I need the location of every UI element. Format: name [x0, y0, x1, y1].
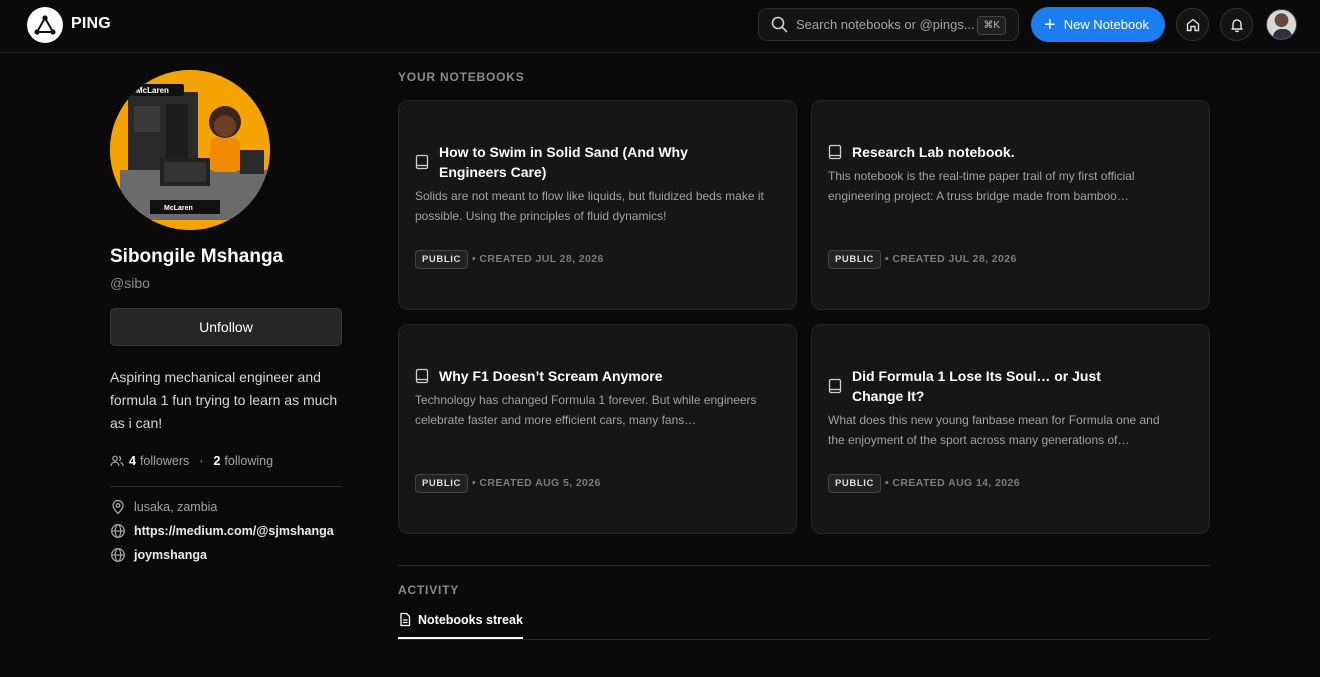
notebook-title[interactable]: How to Swim in Solid Sand (And Why Engin…: [439, 142, 739, 182]
follow-stats: 4 followers · 2 following: [110, 454, 273, 468]
created-date: • CREATED AUG 14, 2026: [885, 477, 1021, 489]
search-placeholder: Search notebooks or @pings...: [796, 17, 975, 32]
visibility-badge: PUBLIC: [415, 474, 468, 493]
following-link[interactable]: 2 following: [213, 454, 273, 468]
location-row: lusaka, zambia: [110, 499, 217, 515]
notifications-button[interactable]: [1220, 8, 1253, 41]
home-button[interactable]: [1176, 8, 1209, 41]
tabs-divider: [398, 639, 1210, 640]
profile-name: Sibongile Mshanga: [110, 246, 284, 267]
unfollow-button[interactable]: Unfollow: [110, 308, 342, 346]
notebook-title[interactable]: Research Lab notebook.: [852, 142, 1152, 162]
visibility-badge: PUBLIC: [415, 250, 468, 269]
document-icon: [400, 612, 411, 627]
followers-link[interactable]: 4 followers: [129, 454, 189, 468]
created-date: • CREATED JUL 28, 2026: [885, 253, 1017, 265]
notebook-description: What does this new young fanbase mean fo…: [828, 413, 1160, 447]
search-input[interactable]: Search notebooks or @pings... ⌘K: [758, 8, 1019, 41]
section-divider: [398, 565, 1210, 566]
location-text: lusaka, zambia: [134, 500, 218, 514]
user-avatar[interactable]: [1266, 9, 1297, 40]
bell-icon: [1230, 18, 1243, 32]
users-icon: [110, 455, 124, 467]
social-row: joymshanga: [110, 547, 207, 563]
notebook-title[interactable]: Why F1 Doesn’t Scream Anymore: [439, 366, 739, 386]
new-notebook-button[interactable]: + New Notebook: [1031, 7, 1165, 42]
social-link[interactable]: joymshanga: [134, 548, 207, 562]
notebook-description: This notebook is the real-time paper tra…: [828, 169, 1135, 203]
book-icon: [415, 154, 429, 170]
tab-label: Notebooks streak: [418, 612, 523, 627]
book-icon: [415, 368, 429, 384]
profile-bio: Aspiring mechanical engineer and formula…: [110, 369, 338, 431]
visibility-badge: PUBLIC: [828, 250, 881, 269]
home-icon: [1186, 18, 1199, 31]
globe-icon: [111, 524, 125, 538]
notebook-card[interactable]: Research Lab notebook. This notebook is …: [811, 100, 1210, 310]
search-shortcut-badge: ⌘K: [977, 16, 1006, 35]
separator-dot: ·: [199, 454, 204, 468]
notebook-card[interactable]: Why F1 Doesn’t Scream Anymore Technology…: [398, 324, 797, 534]
notebook-card[interactable]: Did Formula 1 Lose Its Soul… or Just Cha…: [811, 324, 1210, 534]
book-icon: [828, 144, 842, 160]
profile-handle: @sibo: [110, 275, 150, 291]
tab-notebooks-streak[interactable]: Notebooks streak: [398, 612, 523, 627]
profile-divider: [110, 486, 342, 487]
created-date: • CREATED JUL 28, 2026: [472, 253, 604, 265]
activity-heading: ACTIVITY: [398, 583, 460, 597]
profile-avatar: McLaren McLaren: [110, 70, 270, 230]
your-notebooks-heading: YOUR NOTEBOOKS: [398, 70, 525, 84]
created-date: • CREATED AUG 5, 2026: [472, 477, 601, 489]
globe-icon: [111, 548, 125, 562]
plus-icon: +: [1044, 13, 1056, 36]
website-row: https://medium.com/@sjmshanga: [110, 523, 334, 539]
top-bar: PING Search notebooks or @pings... ⌘K + …: [0, 0, 1320, 53]
brand-name[interactable]: PING: [71, 15, 111, 33]
notebook-card[interactable]: How to Swim in Solid Sand (And Why Engin…: [398, 100, 797, 310]
notebook-description: Technology has changed Formula 1 forever…: [415, 393, 757, 427]
website-link[interactable]: https://medium.com/@sjmshanga: [134, 524, 334, 538]
notebook-description: Solids are not meant to flow like liquid…: [415, 189, 764, 223]
book-icon: [828, 378, 842, 394]
svg-text:McLaren: McLaren: [164, 205, 193, 212]
notebook-title[interactable]: Did Formula 1 Lose Its Soul… or Just Cha…: [852, 366, 1152, 406]
svg-text:McLaren: McLaren: [136, 86, 169, 95]
map-pin-icon: [112, 499, 124, 515]
search-icon: [771, 16, 788, 33]
new-notebook-label: New Notebook: [1063, 17, 1149, 32]
visibility-badge: PUBLIC: [828, 474, 881, 493]
ping-logo-icon[interactable]: [27, 7, 63, 43]
